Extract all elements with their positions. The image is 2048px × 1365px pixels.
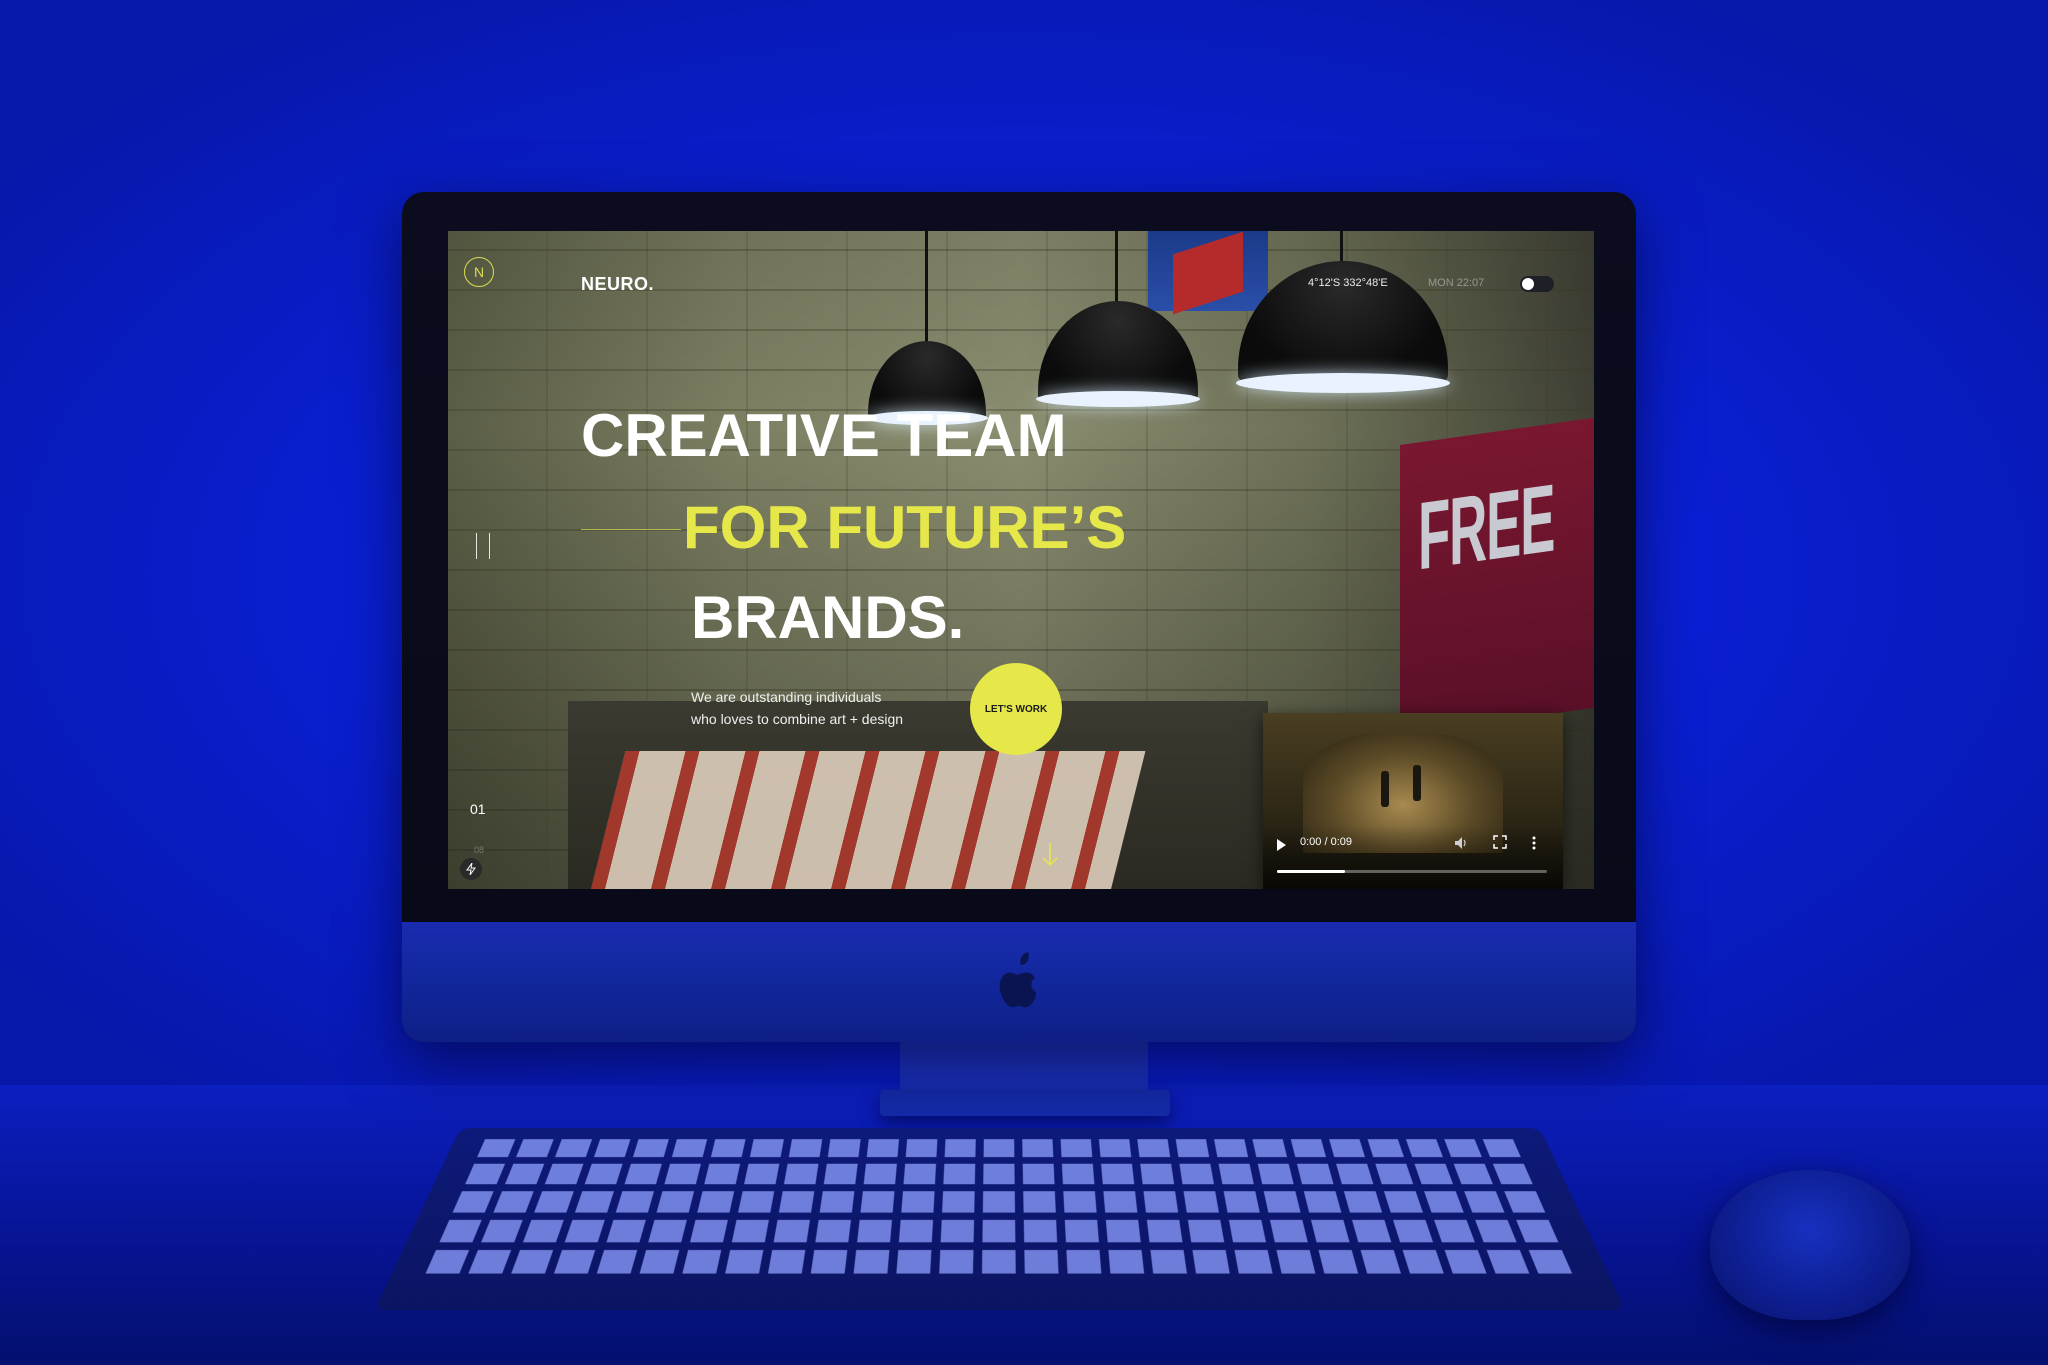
menu-board xyxy=(590,751,1146,889)
brand-name[interactable]: NEURO. xyxy=(581,274,654,295)
bolt-icon[interactable] xyxy=(460,858,482,880)
tagline-line-2: who loves to combine art + design xyxy=(691,711,904,727)
keyboard-keys xyxy=(425,1139,1575,1274)
coordinates: 4°12'S 332°48'E xyxy=(1308,277,1388,289)
scroll-down-icon[interactable] xyxy=(1040,843,1060,869)
scene: FREE N NEURO. 4°12'S 332°48'E MON 22:07 … xyxy=(0,0,2048,1365)
fullscreen-icon[interactable] xyxy=(1493,835,1507,849)
video-time: 0:00 / 0:09 xyxy=(1300,836,1352,848)
play-icon[interactable] xyxy=(1277,839,1286,851)
logo-mark[interactable]: N xyxy=(464,257,494,287)
video-player[interactable]: 0:00 / 0:09 xyxy=(1263,713,1563,889)
tagline-line-1: We are outstanding individuals xyxy=(691,689,882,705)
headline-line-1: CREATIVE TEAM xyxy=(581,402,1067,469)
headline-line-3: BRANDS. xyxy=(691,584,965,651)
datetime: MON 22:07 xyxy=(1428,277,1485,289)
monitor-stand-base xyxy=(880,1090,1170,1116)
video-progress-bar[interactable] xyxy=(1277,870,1547,873)
headline-line-2: FOR FUTURE’S xyxy=(683,494,1127,561)
apple-icon xyxy=(999,952,1036,1008)
volume-icon[interactable] xyxy=(1453,835,1469,851)
more-icon[interactable] xyxy=(1531,835,1537,851)
video-figure xyxy=(1413,765,1421,801)
tagline: We are outstanding individuals who loves… xyxy=(691,686,931,730)
free-sign: FREE xyxy=(1400,416,1594,736)
video-figure xyxy=(1381,771,1389,807)
toggle-knob xyxy=(1522,278,1534,290)
website-screen: FREE N NEURO. 4°12'S 332°48'E MON 22:07 … xyxy=(448,231,1594,889)
headline-rule xyxy=(581,529,681,530)
free-sign-text: FREE xyxy=(1418,464,1555,591)
video-progress-fill xyxy=(1277,870,1345,873)
monitor-chin xyxy=(402,922,1636,1042)
theme-toggle[interactable] xyxy=(1520,276,1554,292)
keyboard xyxy=(374,1128,1626,1311)
video-controls: 0:00 / 0:09 xyxy=(1263,825,1563,889)
slide-total: 08 xyxy=(474,845,485,855)
lets-work-button[interactable]: LET'S WORK xyxy=(970,663,1062,755)
pause-icon[interactable] xyxy=(476,533,490,559)
slide-current: 01 xyxy=(470,801,486,817)
mouse xyxy=(1710,1170,1910,1320)
